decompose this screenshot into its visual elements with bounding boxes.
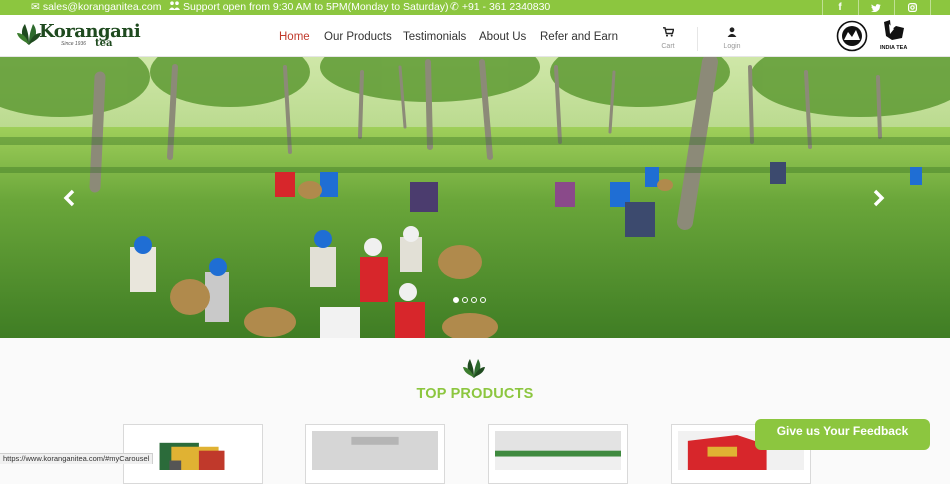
chevron-left-icon (63, 189, 75, 207)
user-icon (727, 27, 737, 37)
brand-since: Since 1936 (61, 41, 87, 47)
carousel-indicators (453, 297, 486, 303)
cart-label: Cart (661, 43, 675, 50)
nav-home[interactable]: Home (279, 31, 310, 43)
carousel-indicator[interactable] (462, 297, 468, 303)
carousel-indicator[interactable] (453, 297, 459, 303)
nav-about-us[interactable]: About Us (479, 31, 526, 43)
carousel-prev-button[interactable] (60, 185, 80, 211)
tea-garden-image (0, 57, 950, 338)
top-info-bar: ✉ sales@koranganitea.com Support open fr… (0, 0, 950, 15)
cart-icon (662, 27, 675, 37)
tea-leaf-icon (17, 24, 41, 45)
tea-leaf-icon (463, 359, 485, 378)
tea-board-seal (836, 20, 868, 52)
twitter-icon[interactable] (858, 0, 894, 15)
india-tea-logo: INDIA TEA (878, 20, 910, 52)
product-card[interactable] (488, 424, 628, 484)
nav-our-products[interactable]: Our Products (324, 31, 392, 43)
carousel-indicator[interactable] (480, 297, 486, 303)
chevron-right-icon (873, 189, 885, 207)
carousel-indicator[interactable] (471, 297, 477, 303)
brand-sub: tea (95, 38, 113, 49)
product-card[interactable] (305, 424, 445, 484)
phone-icon: ✆ (450, 1, 459, 13)
users-icon (169, 1, 180, 13)
nav-refer-and-earn[interactable]: Refer and Earn (540, 31, 618, 43)
section-title: TOP PRODUCTS (416, 386, 534, 402)
facebook-icon[interactable]: f (822, 0, 858, 15)
email-text: sales@koranganitea.com (42, 1, 162, 13)
nav-testimonials[interactable]: Testimonials (403, 31, 466, 43)
login-label: Login (723, 43, 741, 50)
login-link[interactable]: Login (717, 24, 747, 50)
india-tea-text: INDIA TEA (880, 45, 908, 51)
product-image (159, 442, 225, 471)
cart-link[interactable]: Cart (653, 24, 683, 50)
carousel-next-button[interactable] (868, 185, 888, 211)
divider (930, 0, 931, 15)
envelope-icon: ✉ (31, 1, 40, 13)
email-contact[interactable]: ✉ sales@koranganitea.com (31, 1, 161, 13)
hero-carousel[interactable] (0, 57, 950, 338)
brand-logo[interactable]: Korangani Since 1936 tea (17, 21, 141, 51)
product-image (312, 431, 438, 471)
nav-divider (697, 27, 698, 51)
phone-text: +91 - 361 2340830 (461, 1, 551, 13)
brand-name: Korangani (39, 21, 141, 42)
main-navbar: Korangani Since 1936 tea Home Our Produc… (0, 15, 950, 57)
phone-contact[interactable]: ✆ +91 - 361 2340830 (450, 1, 550, 13)
support-hours: Support open from 9:30 AM to 5PM(Monday … (169, 1, 449, 13)
support-text: Support open from 9:30 AM to 5PM(Monday … (183, 1, 449, 13)
browser-status-bar: https://www.koranganitea.com/#myCarousel (0, 453, 154, 464)
instagram-icon[interactable] (894, 0, 930, 15)
product-image (495, 431, 621, 471)
feedback-button[interactable]: Give us Your Feedback (755, 419, 930, 450)
